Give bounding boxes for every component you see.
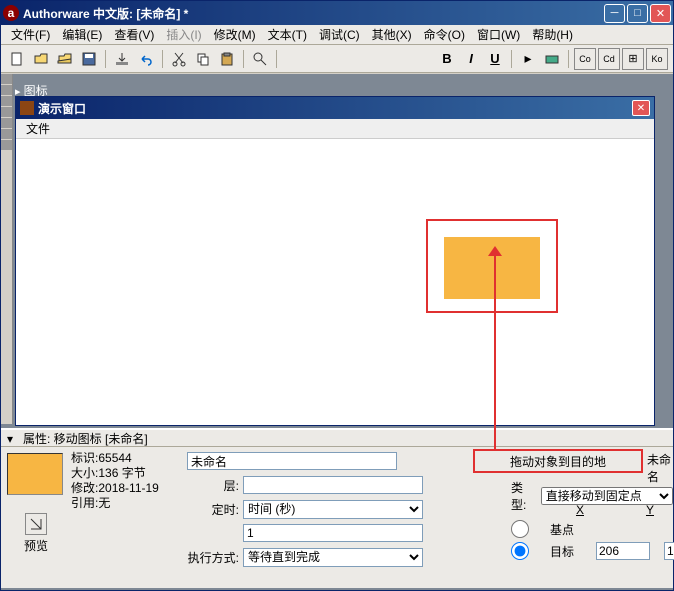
copy-button[interactable] [192,48,214,70]
y-input[interactable] [664,542,674,560]
timing-value-input[interactable] [243,524,423,542]
toolbar-main: B I U ▸ Co Cd ⊞ Ko [1,45,673,73]
demo-window-close-button[interactable]: ✕ [632,100,650,116]
target-point-label: 目标 [550,543,590,560]
annotation-arrow-line [494,251,496,456]
icon-sidebar[interactable] [1,74,13,424]
paste-button[interactable] [216,48,238,70]
demo-window-icon [20,101,34,115]
menu-edit[interactable]: 编辑(E) [56,24,108,45]
variables-button[interactable]: Cd [598,48,620,70]
properties-panel: ▾ 属性: 移动图标 [未命名] 预览 标识:6 [1,428,673,588]
open-all-button[interactable] [54,48,76,70]
bold-button[interactable]: B [436,48,458,70]
target-point-radio[interactable] [493,542,547,560]
import-button[interactable] [111,48,133,70]
menubar: 文件(F) 编辑(E) 查看(V) 插入(I) 修改(M) 文本(T) 调试(C… [1,25,673,45]
functions-button[interactable]: Co [574,48,596,70]
menu-insert: 插入(I) [160,24,207,45]
exec-select[interactable]: 等待直到完成 [243,548,423,567]
ko-button[interactable]: Ko [646,48,668,70]
play-button[interactable]: ▸ [517,48,539,70]
titlebar: a Authorware 中文版: [未命名] * ─ □ ✕ [1,1,673,25]
maximize-button[interactable]: □ [627,4,648,23]
cut-button[interactable] [168,48,190,70]
open-button[interactable] [30,48,52,70]
close-button[interactable]: ✕ [650,4,671,23]
menu-text[interactable]: 文本(T) [262,24,313,45]
demo-window-menubar: 文件 [16,119,654,139]
layer-input[interactable] [243,476,423,494]
control-panel-button[interactable] [541,48,563,70]
base-point-label: 基点 [550,521,590,538]
preview-label: 预览 [7,537,65,554]
knowledge-button[interactable]: ⊞ [622,48,644,70]
menu-debug[interactable]: 调试(C) [313,24,366,45]
demo-window-titlebar[interactable]: 演示窗口 ✕ [16,97,654,119]
coordinate-area: X Y 基点 目标 [493,503,674,563]
workspace: ▸ 图标 演示窗口 ✕ 文件 ▾ [1,74,673,590]
demo-canvas[interactable] [16,139,654,425]
y-header: Y [615,503,674,517]
menu-window[interactable]: 窗口(W) [471,24,526,45]
preview-button[interactable] [25,513,47,535]
menu-other[interactable]: 其他(X) [366,24,418,45]
timing-label: 定时: [187,501,243,518]
base-point-radio[interactable] [493,520,547,538]
menu-command[interactable]: 命令(O) [418,24,471,45]
window-title: Authorware 中文版: [未命名] * [23,5,604,22]
italic-button[interactable]: I [460,48,482,70]
x-input[interactable] [596,542,650,560]
demo-window: 演示窗口 ✕ 文件 [15,96,655,426]
save-button[interactable] [78,48,100,70]
underline-button[interactable]: U [484,48,506,70]
icon-thumbnail [7,453,63,495]
demo-menu-file[interactable]: 文件 [22,120,54,137]
properties-header[interactable]: ▾ 属性: 移动图标 [未命名] [1,429,673,447]
app-icon: a [3,5,19,21]
x-header: X [545,503,615,517]
menu-modify[interactable]: 修改(M) [208,24,262,45]
minimize-button[interactable]: ─ [604,4,625,23]
layer-label: 层: [187,477,243,494]
menu-file[interactable]: 文件(F) [5,24,56,45]
demo-window-title: 演示窗口 [38,100,632,117]
exec-label: 执行方式: [187,549,243,566]
timing-select[interactable]: 时间 (秒) [243,500,423,519]
find-button[interactable] [249,48,271,70]
menu-view[interactable]: 查看(V) [108,24,160,45]
drag-hint-tab: 拖动对象到目的地 [473,449,643,473]
menu-help[interactable]: 帮助(H) [526,24,579,45]
collapse-icon[interactable]: ▾ [7,432,19,444]
undo-button[interactable] [135,48,157,70]
properties-title: 属性: 移动图标 [未命名] [23,430,148,447]
icon-info: 标识:65544 大小:136 字节 修改:2018-11-19 引用:无 [71,451,159,584]
new-button[interactable] [6,48,28,70]
icon-name-input[interactable] [187,452,397,470]
